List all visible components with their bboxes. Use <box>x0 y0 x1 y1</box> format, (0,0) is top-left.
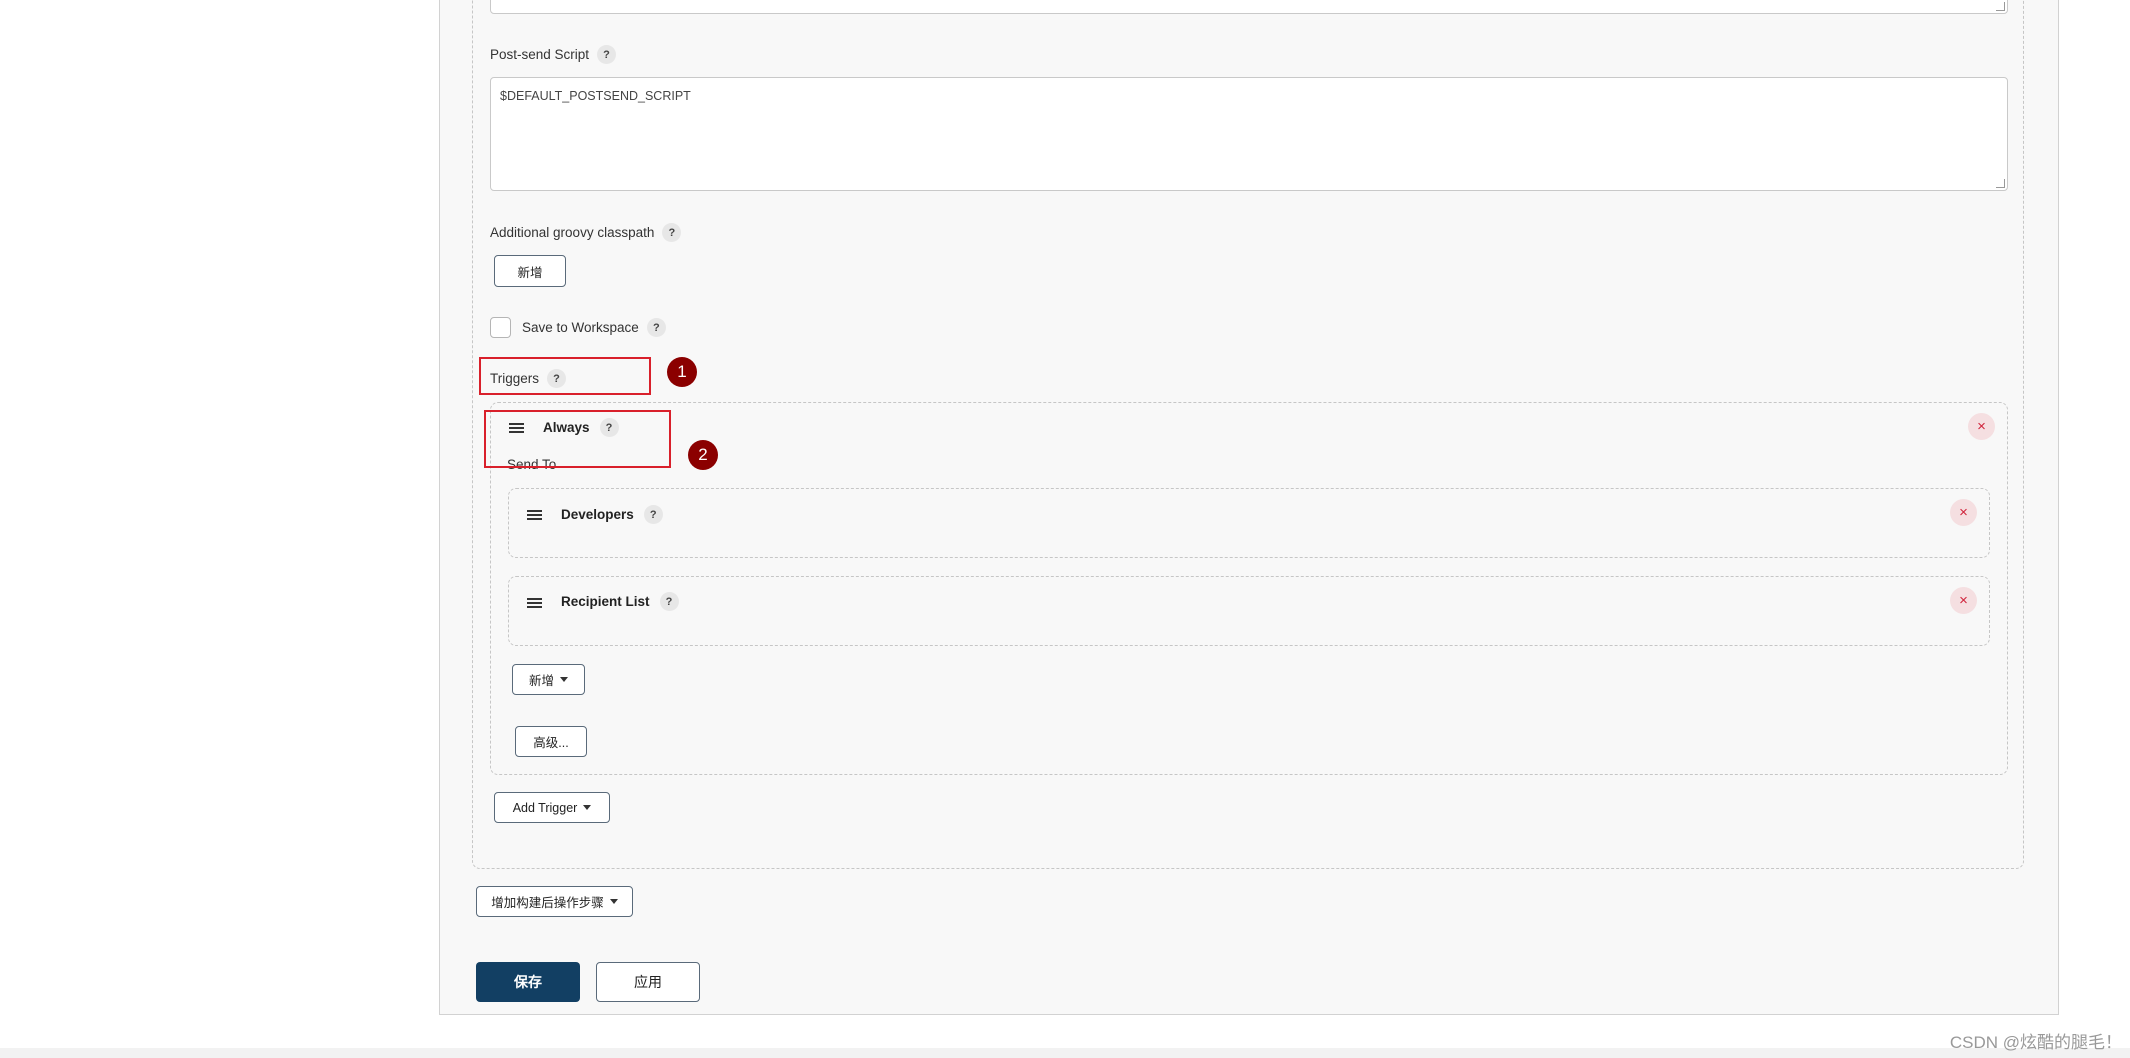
add-recipient-dropdown-label: 新增 <box>528 674 554 688</box>
help-icon[interactable]: ? <box>659 592 679 611</box>
add-trigger-dropdown-label: Add Trigger <box>512 800 578 815</box>
save-to-workspace-label: Save to Workspace ? <box>522 318 666 337</box>
caret-down-icon <box>609 899 618 904</box>
close-icon[interactable]: × <box>1950 499 1977 526</box>
groovy-classpath-label: Additional groovy classpath ? <box>490 223 682 242</box>
save-to-workspace-label-text: Save to Workspace <box>522 320 639 335</box>
previous-textarea[interactable] <box>490 0 2008 14</box>
add-post-build-step-label: 增加构建后操作步骤 <box>491 896 604 910</box>
advanced-button[interactable]: 高级... <box>515 726 587 757</box>
help-icon[interactable]: ? <box>643 505 663 524</box>
recipient-list-title: Recipient List ? <box>561 592 679 611</box>
recipient-list-title-text: Recipient List <box>561 594 650 609</box>
advanced-button-label: 高级... <box>533 736 569 750</box>
close-icon[interactable]: × <box>1950 587 1977 614</box>
developers-title-text: Developers <box>561 507 634 522</box>
help-icon[interactable]: ? <box>597 45 617 64</box>
close-icon[interactable]: × <box>1968 413 1995 440</box>
annotation-highlight-always <box>484 410 671 468</box>
developers-title: Developers ? <box>561 505 663 524</box>
post-send-script-textarea[interactable]: $DEFAULT_POSTSEND_SCRIPT <box>490 77 2008 191</box>
post-send-script-value: $DEFAULT_POSTSEND_SCRIPT <box>500 89 691 103</box>
annotation-badge-2: 2 <box>688 440 718 470</box>
add-trigger-dropdown[interactable]: Add Trigger <box>494 792 610 823</box>
save-button[interactable]: 保存 <box>476 962 580 1002</box>
add-classpath-button-label: 新增 <box>517 265 543 280</box>
help-icon[interactable]: ? <box>646 318 666 337</box>
post-send-script-label: Post-send Script ? <box>490 45 617 64</box>
resize-handle-icon[interactable] <box>1996 2 2005 11</box>
drag-handle-icon[interactable] <box>527 510 542 520</box>
save-to-workspace-checkbox[interactable] <box>490 317 511 338</box>
annotation-highlight-triggers <box>479 357 651 395</box>
apply-button[interactable]: 应用 <box>596 962 700 1002</box>
add-post-build-step-dropdown[interactable]: 增加构建后操作步骤 <box>476 886 633 917</box>
drag-handle-icon[interactable] <box>527 598 542 608</box>
watermark: CSDN @炫酷的腿毛！ <box>1949 1033 2122 1052</box>
page-footer-strip <box>0 1048 2130 1058</box>
add-recipient-dropdown[interactable]: 新增 <box>512 664 585 695</box>
groovy-classpath-label-text: Additional groovy classpath <box>490 225 655 240</box>
help-icon[interactable]: ? <box>662 223 682 242</box>
caret-down-icon <box>560 677 568 682</box>
caret-down-icon <box>583 805 592 810</box>
recipient-box-developers <box>508 488 1990 558</box>
annotation-badge-1: 1 <box>667 357 697 387</box>
add-classpath-button[interactable]: 新增 <box>494 255 566 287</box>
recipient-box-recipient-list <box>508 576 1990 646</box>
post-send-script-label-text: Post-send Script <box>490 47 590 62</box>
resize-handle-icon[interactable] <box>1996 179 2005 188</box>
